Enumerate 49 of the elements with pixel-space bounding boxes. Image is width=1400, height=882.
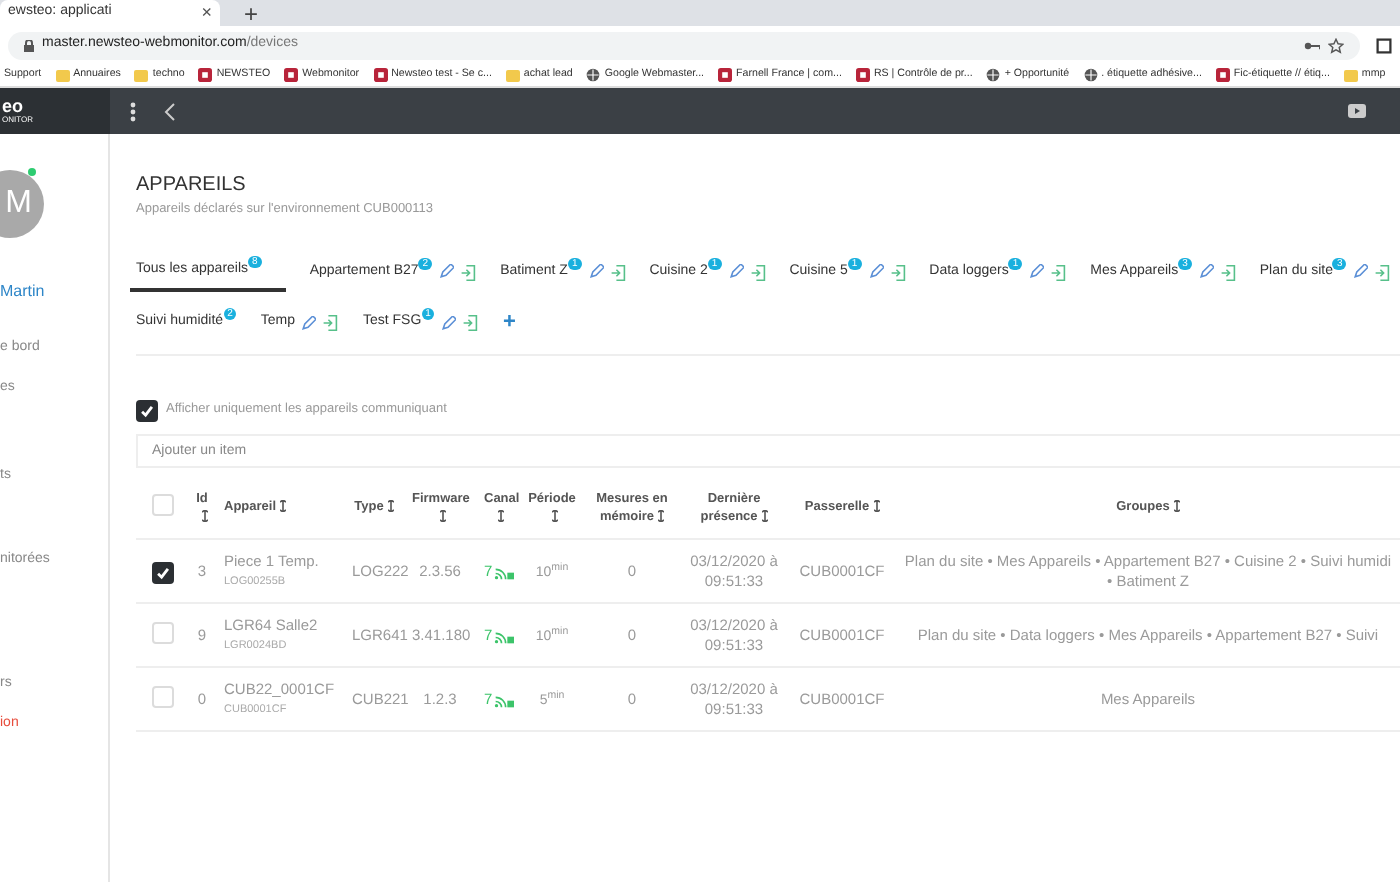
checkbox[interactable] <box>151 561 173 584</box>
checkbox[interactable] <box>151 621 173 644</box>
avatar: M <box>0 170 44 238</box>
pencil-icon[interactable] <box>440 315 457 331</box>
sort-icon <box>280 500 287 513</box>
exit-icon[interactable] <box>609 263 626 281</box>
exit-icon[interactable] <box>462 314 479 332</box>
folder-icon <box>505 69 520 81</box>
exit-icon[interactable] <box>1219 263 1236 281</box>
exit-icon[interactable] <box>1374 263 1391 281</box>
star-icon[interactable] <box>1328 37 1344 53</box>
folder-icon <box>1343 69 1358 81</box>
video-icon[interactable] <box>1348 104 1366 118</box>
add-tab-button[interactable]: + <box>502 312 516 334</box>
user-name: Martin <box>0 280 45 304</box>
sort-icon <box>439 509 445 522</box>
sort-icon <box>201 509 207 522</box>
exit-icon[interactable] <box>322 314 339 332</box>
exit-icon[interactable] <box>749 263 766 281</box>
pencil-icon[interactable] <box>1352 264 1369 280</box>
back-icon[interactable] <box>164 101 176 121</box>
folder-icon <box>134 69 149 81</box>
sort-icon <box>1173 500 1180 513</box>
sort-icon <box>873 500 880 513</box>
sort-icon <box>761 509 768 522</box>
kebab-menu-icon[interactable] <box>130 101 136 121</box>
page-title: APPAREILS <box>136 174 248 198</box>
folder-icon <box>55 69 70 81</box>
sort-icon <box>497 509 503 522</box>
checkbox[interactable] <box>136 399 158 422</box>
pencil-icon[interactable] <box>727 264 744 280</box>
extension-icon[interactable] <box>1376 37 1392 53</box>
pencil-icon[interactable] <box>1028 264 1045 280</box>
exit-icon[interactable] <box>1050 263 1067 281</box>
sort-icon <box>387 500 394 513</box>
exit-icon[interactable] <box>460 263 477 281</box>
pencil-icon[interactable] <box>1197 264 1214 280</box>
key-icon[interactable] <box>1304 39 1320 51</box>
exit-icon[interactable] <box>889 263 906 281</box>
sort-icon <box>658 509 665 522</box>
checkbox[interactable] <box>151 493 173 515</box>
pencil-icon[interactable] <box>438 264 455 280</box>
lock-icon <box>24 39 34 51</box>
checkbox[interactable] <box>151 685 173 708</box>
sort-icon <box>551 509 557 522</box>
pencil-icon[interactable] <box>867 264 884 280</box>
pencil-icon[interactable] <box>587 264 604 280</box>
new-tab-button[interactable]: + <box>244 1 259 25</box>
pencil-icon[interactable] <box>300 315 317 331</box>
